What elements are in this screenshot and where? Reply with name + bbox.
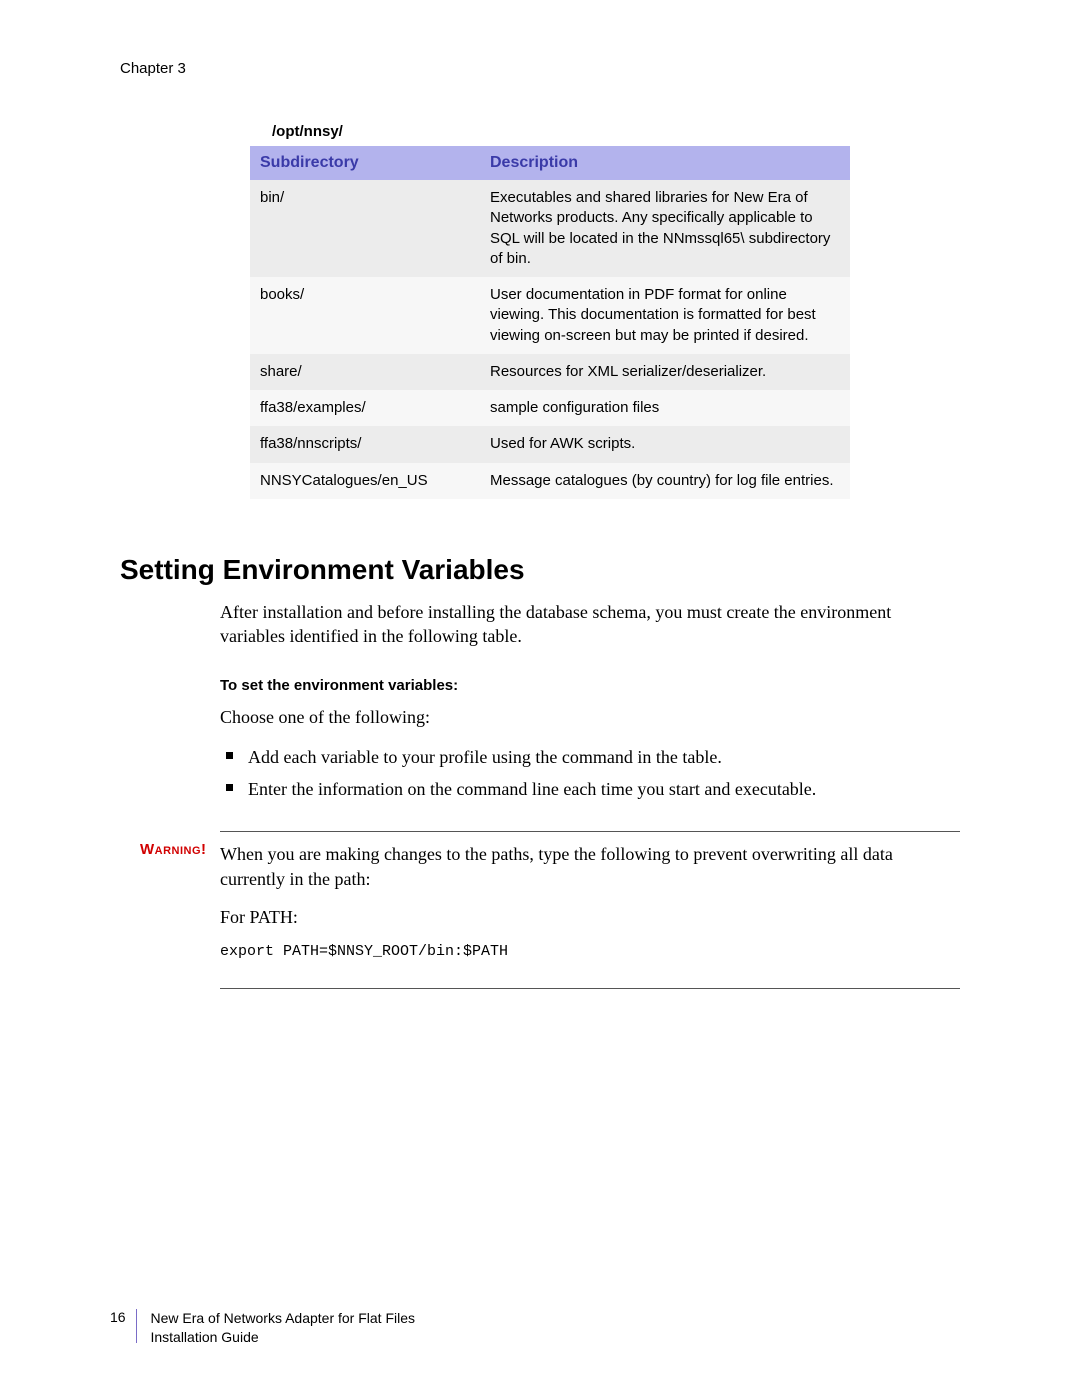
code-line: export PATH=$NNSY_ROOT/bin:$PATH [220,943,960,960]
page-container: Chapter 3 /opt/nnsy/ Subdirectory Descri… [0,0,1080,1397]
cell-desc: Resources for XML serializer/deserialize… [480,354,850,390]
warning-block: Warning! When you are making changes to … [120,831,960,989]
table-row: bin/ Executables and shared libraries fo… [250,180,850,277]
intro-paragraph: After installation and before installing… [220,600,960,649]
choose-line: Choose one of the following: [220,705,960,729]
table-caption: /opt/nnsy/ [250,117,850,146]
cell-subdir: NNSYCatalogues/en_US [250,463,480,499]
warning-content: When you are making changes to the paths… [220,831,960,989]
table-row: books/ User documentation in PDF format … [250,277,850,354]
page-number: 16 [110,1309,137,1343]
cell-desc: sample configuration files [480,390,850,426]
cell-desc: User documentation in PDF format for onl… [480,277,850,354]
warning-label: Warning! [140,841,207,858]
body-text: After installation and before installing… [220,600,960,802]
cell-desc: Executables and shared libraries for New… [480,180,850,277]
cell-subdir: books/ [250,277,480,354]
bullet-list: Add each variable to your profile using … [220,745,960,802]
col-subdirectory: Subdirectory [250,146,480,180]
chapter-label: Chapter 3 [120,60,960,77]
table-row: share/ Resources for XML serializer/dese… [250,354,850,390]
page-footer: 16 New Era of Networks Adapter for Flat … [110,1309,415,1347]
table-row: ffa38/examples/ sample configuration fil… [250,390,850,426]
cell-subdir: bin/ [250,180,480,277]
directory-table-wrap: /opt/nnsy/ Subdirectory Description bin/… [250,117,850,499]
table-row: ffa38/nnscripts/ Used for AWK scripts. [250,426,850,462]
footer-line2: Installation Guide [150,1329,258,1345]
col-description: Description [480,146,850,180]
cell-desc: Used for AWK scripts. [480,426,850,462]
warning-p2: For PATH: [220,905,960,929]
footer-text: New Era of Networks Adapter for Flat Fil… [140,1309,415,1347]
list-item: Add each variable to your profile using … [248,745,960,769]
table-row: NNSYCatalogues/en_US Message catalogues … [250,463,850,499]
cell-desc: Message catalogues (by country) for log … [480,463,850,499]
directory-table: Subdirectory Description bin/ Executable… [250,146,850,499]
cell-subdir: ffa38/nnscripts/ [250,426,480,462]
cell-subdir: ffa38/examples/ [250,390,480,426]
sub-heading: To set the environment variables: [220,676,960,696]
footer-line1: New Era of Networks Adapter for Flat Fil… [150,1310,415,1326]
list-item: Enter the information on the command lin… [248,777,960,801]
warning-p1: When you are making changes to the paths… [220,842,960,891]
cell-subdir: share/ [250,354,480,390]
section-heading: Setting Environment Variables [120,554,960,586]
